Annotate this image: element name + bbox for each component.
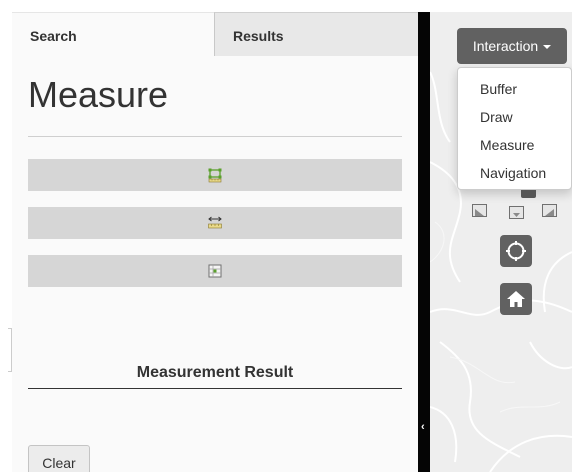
menu-item-navigation[interactable]: Navigation bbox=[458, 160, 571, 188]
area-measure-icon bbox=[208, 168, 222, 183]
map-toolbar-stub bbox=[521, 190, 536, 198]
interaction-label: Interaction bbox=[472, 38, 539, 54]
area-measure-button[interactable] bbox=[28, 159, 402, 191]
home-icon bbox=[507, 291, 525, 307]
result-divider bbox=[28, 388, 402, 389]
crosshair-icon bbox=[506, 241, 526, 261]
home-button[interactable] bbox=[500, 283, 532, 315]
location-measure-icon bbox=[208, 264, 222, 278]
menu-item-buffer[interactable]: Buffer bbox=[458, 76, 571, 104]
interaction-menu: Buffer Draw Measure Navigation bbox=[457, 67, 572, 190]
distance-measure-button[interactable] bbox=[28, 207, 402, 239]
chevron-left-icon[interactable]: ‹ bbox=[421, 421, 425, 433]
caret-down-icon bbox=[543, 44, 552, 49]
menu-item-draw[interactable]: Draw bbox=[458, 104, 571, 132]
panel-tabs: Search Results bbox=[12, 12, 418, 57]
corner-icon[interactable] bbox=[472, 204, 487, 217]
measure-panel: Search Results Measure Measurement Resul… bbox=[12, 12, 418, 472]
panel-resize-handle[interactable] bbox=[8, 328, 12, 372]
tab-results[interactable]: Results bbox=[214, 12, 418, 56]
panel-splitter[interactable]: ‹ bbox=[418, 12, 430, 472]
tab-search[interactable]: Search bbox=[12, 12, 214, 57]
page-title: Measure bbox=[28, 74, 169, 115]
location-measure-button[interactable] bbox=[28, 255, 402, 287]
menu-item-measure[interactable]: Measure bbox=[458, 132, 571, 160]
chevron-down-icon[interactable] bbox=[509, 206, 524, 219]
measurement-result-title: Measurement Result bbox=[136, 364, 294, 381]
distance-measure-icon bbox=[208, 216, 222, 229]
corner-icon[interactable] bbox=[542, 204, 557, 217]
clear-button[interactable]: Clear bbox=[28, 445, 90, 472]
title-divider bbox=[28, 136, 402, 137]
locate-button[interactable] bbox=[500, 235, 532, 267]
interaction-dropdown-button[interactable]: Interaction bbox=[457, 28, 567, 64]
map-view[interactable]: Interaction Buffer Draw Measure Navigati… bbox=[430, 12, 572, 472]
